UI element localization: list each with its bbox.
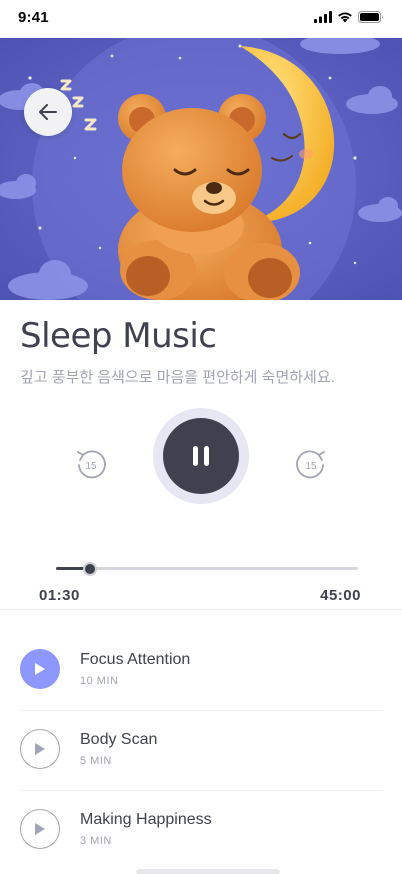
track-duration: 10 MIN (80, 675, 119, 687)
progress-slider[interactable] (56, 562, 358, 576)
skip-forward-label: 15 (305, 461, 317, 472)
hero-illustration (0, 38, 402, 300)
track-duration: 3 MIN (80, 835, 112, 847)
track-list: Focus Attention 10 MIN Body Scan 5 MIN M… (0, 630, 402, 870)
play-icon (35, 663, 45, 675)
wifi-icon (338, 12, 352, 23)
progress-knob[interactable] (83, 562, 97, 576)
back-button[interactable] (24, 88, 72, 136)
battery-icon (358, 11, 383, 23)
list-item[interactable]: Making Happiness 3 MIN (0, 790, 402, 870)
track-title: Making Happiness (80, 811, 212, 828)
status-time: 9:41 (18, 9, 49, 26)
skip-back-label: 15 (85, 461, 97, 472)
signal-icon (314, 11, 332, 23)
progress-track (56, 567, 358, 570)
pause-icon (193, 446, 209, 466)
page-title: Sleep Music (20, 316, 217, 356)
status-icons (314, 11, 384, 23)
track-play-button[interactable] (20, 809, 60, 849)
arrow-left-icon (39, 104, 57, 120)
skip-back-15-icon[interactable]: 15 (74, 448, 108, 482)
track-title: Body Scan (80, 731, 158, 748)
total-time: 45:00 (320, 587, 361, 604)
page-subtitle: 깊고 풍부한 음색으로 마음을 편안하게 숙면하세요. (20, 369, 335, 386)
play-pause-ring (153, 408, 249, 504)
list-item[interactable]: Body Scan 5 MIN (0, 710, 402, 790)
skip-forward-15-icon[interactable]: 15 (294, 448, 328, 482)
divider (0, 609, 402, 610)
track-play-button[interactable] (20, 729, 60, 769)
track-play-button[interactable] (20, 649, 60, 689)
pause-button[interactable] (163, 418, 239, 494)
track-duration: 5 MIN (80, 755, 112, 767)
current-time: 01:30 (39, 587, 80, 604)
status-bar: 9:41 (0, 0, 402, 38)
play-icon (35, 823, 45, 835)
sleeping-bear-illustration (0, 38, 402, 300)
play-icon (35, 743, 45, 755)
track-title: Focus Attention (80, 651, 191, 668)
home-indicator (136, 869, 280, 874)
player-controls: 15 15 (0, 406, 402, 506)
list-item[interactable]: Focus Attention 10 MIN (0, 630, 402, 710)
